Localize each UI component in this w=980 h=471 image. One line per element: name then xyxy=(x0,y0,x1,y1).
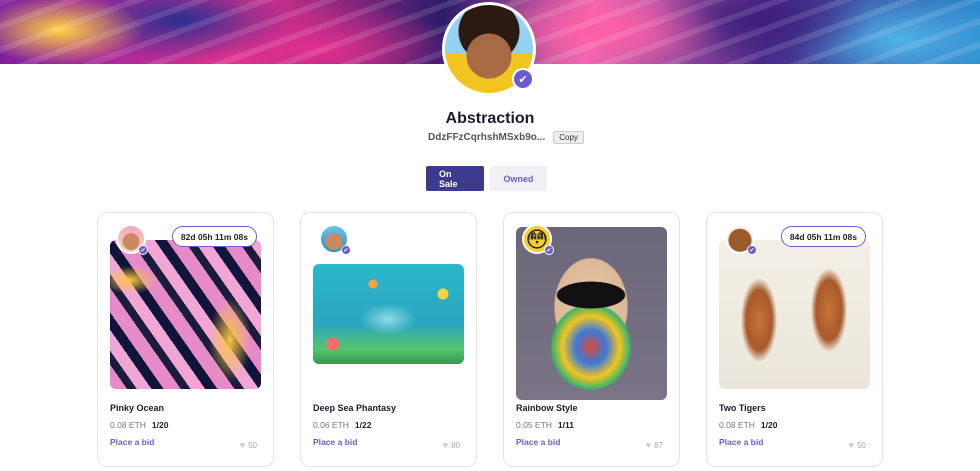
nft-artwork[interactable] xyxy=(313,264,464,364)
like-count: 50 xyxy=(857,440,866,450)
price-row: 0.08 ETH 1/20 xyxy=(719,420,777,430)
wallet-address: DdzFFzCqrhshMSxb9o... xyxy=(428,131,546,143)
like-count: 80 xyxy=(451,440,460,450)
tab-on-sale[interactable]: On Sale xyxy=(426,166,484,191)
like-count: 87 xyxy=(654,440,663,450)
heart-icon: ♥ xyxy=(442,440,449,450)
like-button[interactable]: ♥ 50 xyxy=(849,440,866,450)
nft-artwork[interactable] xyxy=(719,240,870,389)
verified-check-icon: ✔ xyxy=(512,68,534,90)
wallet-address-row: DdzFFzCqrhshMSxb9o... Copy xyxy=(428,130,584,144)
nft-edition: 1/20 xyxy=(151,420,169,430)
like-button[interactable]: ♥ 87 xyxy=(646,440,663,450)
nft-card[interactable]: ✔ 84d 05h 11m 08s Two Tigers 0.08 ETH 1/… xyxy=(706,212,883,467)
tab-owned[interactable]: Owned xyxy=(490,166,547,191)
place-bid-link[interactable]: Place a bid xyxy=(313,437,357,447)
profile-name: Abstraction xyxy=(445,110,535,127)
like-count: 50 xyxy=(248,440,257,450)
nft-card[interactable]: 😳 ✔ Rainbow Style 0.05 ETH 1/11 Place a … xyxy=(503,212,680,467)
heart-icon: ♥ xyxy=(848,440,855,450)
nft-edition: 1/20 xyxy=(760,420,778,430)
nft-price: 0.08 ETH xyxy=(110,420,146,430)
nft-card[interactable]: ✔ 82d 05h 11m 08s Pinky Ocean 0.08 ETH 1… xyxy=(97,212,274,467)
nft-title[interactable]: Two Tigers xyxy=(719,403,766,413)
place-bid-link[interactable]: Place a bid xyxy=(516,437,560,447)
nft-title[interactable]: Deep Sea Phantasy xyxy=(313,403,396,413)
auction-timer: 82d 05h 11m 08s xyxy=(171,226,257,247)
nft-edition: 1/22 xyxy=(354,420,372,430)
like-button[interactable]: ♥ 80 xyxy=(443,440,460,450)
profile-tabs: On Sale Owned xyxy=(426,166,547,191)
price-row: 0.05 ETH 1/11 xyxy=(516,420,574,430)
verified-check-icon: ✔ xyxy=(747,245,757,255)
nft-edition: 1/11 xyxy=(557,420,574,430)
nft-title[interactable]: Pinky Ocean xyxy=(110,403,164,413)
nft-artwork[interactable] xyxy=(110,240,261,389)
profile-avatar-container: ✔ xyxy=(442,2,536,96)
nft-price: 0.06 ETH xyxy=(313,420,349,430)
verified-check-icon: ✔ xyxy=(138,245,148,255)
place-bid-link[interactable]: Place a bid xyxy=(110,437,154,447)
nft-card[interactable]: ✔ Deep Sea Phantasy 0.06 ETH 1/22 Place … xyxy=(300,212,477,467)
verified-check-icon: ✔ xyxy=(341,245,351,255)
nft-price: 0.08 ETH xyxy=(719,420,755,430)
nft-title[interactable]: Rainbow Style xyxy=(516,403,578,413)
price-row: 0.08 ETH 1/20 xyxy=(110,420,168,430)
price-row: 0.06 ETH 1/22 xyxy=(313,420,371,430)
copy-address-button[interactable]: Copy xyxy=(553,130,584,144)
place-bid-link[interactable]: Place a bid xyxy=(719,437,763,447)
auction-timer: 84d 05h 11m 08s xyxy=(780,226,866,247)
heart-icon: ♥ xyxy=(239,440,246,450)
like-button[interactable]: ♥ 50 xyxy=(240,440,257,450)
nft-price: 0.05 ETH xyxy=(516,420,552,430)
verified-check-icon: ✔ xyxy=(544,245,554,255)
heart-icon: ♥ xyxy=(645,440,652,450)
